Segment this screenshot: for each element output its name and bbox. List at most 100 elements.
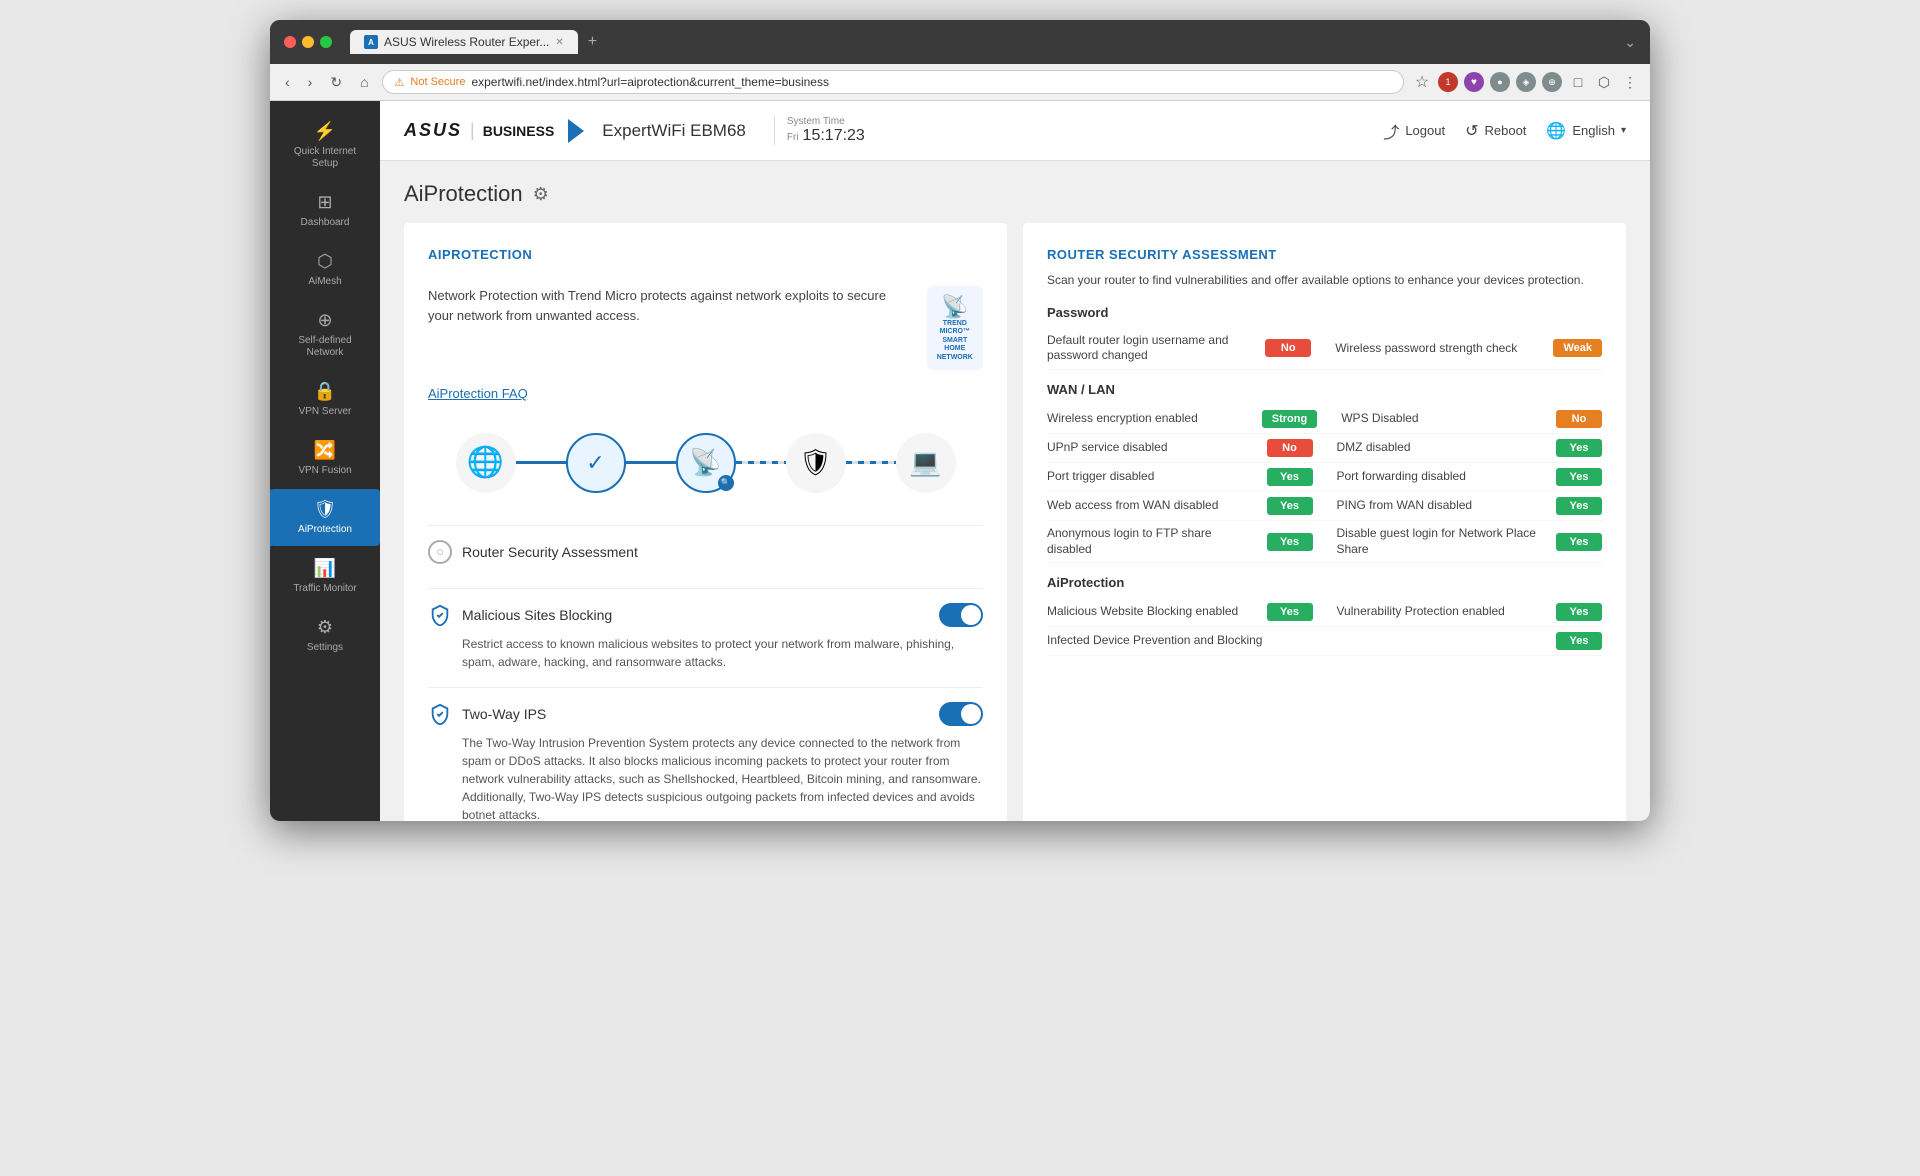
close-button[interactable] xyxy=(284,36,296,48)
progress-node-shield: 🛡 xyxy=(786,433,846,493)
sidebar-item-label: Quick InternetSetup xyxy=(294,146,356,170)
rsa-label-port-forwarding: Port forwarding disabled xyxy=(1337,469,1549,485)
rsa-badge-dmz-yes: Yes xyxy=(1556,439,1602,457)
system-time-display: System Time Fri 15:17:23 xyxy=(774,116,865,145)
sidebar-item-vpn-fusion[interactable]: 🔀 VPN Fusion xyxy=(270,430,380,487)
tab-close-icon[interactable]: ✕ xyxy=(555,37,563,48)
malicious-sites-toggle[interactable] xyxy=(939,603,983,627)
sidebar-item-aiprotection[interactable]: 🛡 AiProtection xyxy=(270,489,380,546)
traffic-lights[interactable] xyxy=(284,36,332,48)
rsa-badge-strong: Strong xyxy=(1262,410,1317,428)
brand-label: BUSINESS xyxy=(483,123,555,139)
active-tab[interactable]: A ASUS Wireless Router Exper... ✕ xyxy=(350,30,578,54)
progress-node-router: 📡 🔍 xyxy=(676,433,736,493)
globe-icon: 🌐 xyxy=(1546,121,1566,141)
sidebar-item-settings[interactable]: ⚙ Settings xyxy=(270,607,380,664)
asus-logo-text: ASUS xyxy=(404,120,462,141)
extension-icon-5[interactable]: ⊕ xyxy=(1542,72,1562,92)
extension-icon-7[interactable]: ⬡ xyxy=(1594,72,1614,92)
brand-arrow-icon xyxy=(568,119,584,143)
rsa-row-wan-3: Port trigger disabled Yes Port forwardin… xyxy=(1047,463,1602,492)
address-bar[interactable]: ⚠ Not Secure expertwifi.net/index.html?u… xyxy=(382,70,1404,94)
vpn-server-icon: 🔒 xyxy=(314,381,336,402)
reboot-icon: ↺ xyxy=(1465,121,1478,141)
security-label: Not Secure xyxy=(410,76,465,88)
malicious-sites-desc: Restrict access to known malicious websi… xyxy=(428,635,983,671)
sidebar-item-self-defined-network[interactable]: ⊕ Self-definedNetwork xyxy=(270,300,380,369)
rsa-label-default-login: Default router login username and passwo… xyxy=(1047,333,1257,364)
sidebar-item-label: Settings xyxy=(307,642,343,654)
rsa-label-vulnerability: Vulnerability Protection enabled xyxy=(1337,604,1549,620)
maximize-button[interactable] xyxy=(320,36,332,48)
rsa-label-upnp: UPnP service disabled xyxy=(1047,440,1259,456)
extension-icon-1[interactable]: 1 xyxy=(1438,72,1458,92)
browser-tabs: A ASUS Wireless Router Exper... ✕ + xyxy=(350,30,1616,54)
system-time-label: System Time xyxy=(787,116,845,127)
language-label: English xyxy=(1572,123,1615,138)
home-button[interactable]: ⌂ xyxy=(355,71,373,93)
progress-line-1 xyxy=(516,461,566,464)
extension-icon-6[interactable]: □ xyxy=(1568,72,1588,92)
feature-header-left: ○ Router Security Assessment xyxy=(428,540,638,564)
malicious-sites-shield-icon xyxy=(428,603,452,627)
sidebar: ⚡ Quick InternetSetup ⊞ Dashboard ⬡ AiMe… xyxy=(270,101,380,821)
quick-internet-setup-icon: ⚡ xyxy=(314,121,336,142)
faq-link[interactable]: AiProtection FAQ xyxy=(428,386,983,401)
rsa-badge-port-forwarding-yes: Yes xyxy=(1556,468,1602,486)
forward-button[interactable]: › xyxy=(303,71,318,93)
sidebar-item-vpn-server[interactable]: 🔒 VPN Server xyxy=(270,371,380,428)
bookmark-icon[interactable]: ☆ xyxy=(1412,72,1432,92)
reboot-button[interactable]: ↺ Reboot xyxy=(1465,121,1526,141)
router-security-circle-icon[interactable]: ○ xyxy=(428,540,452,564)
sidebar-item-label: VPN Fusion xyxy=(298,465,351,477)
sidebar-item-aimesh[interactable]: ⬡ AiMesh xyxy=(270,241,380,298)
tab-strip-expand[interactable]: ⌄ xyxy=(1624,34,1636,51)
rsa-badge-vulnerability-yes: Yes xyxy=(1556,603,1602,621)
logout-button[interactable]: ⤴ Logout xyxy=(1383,119,1445,143)
sidebar-item-traffic-monitor[interactable]: 📊 Traffic Monitor xyxy=(270,548,380,605)
reload-button[interactable]: ↻ xyxy=(325,71,347,94)
reboot-label: Reboot xyxy=(1484,123,1526,138)
menu-icon[interactable]: ⋮ xyxy=(1620,72,1640,92)
sidebar-item-dashboard[interactable]: ⊞ Dashboard xyxy=(270,182,380,239)
rsa-badge-ftp-yes: Yes xyxy=(1267,533,1313,551)
rsa-badge-wps-no: No xyxy=(1556,410,1602,428)
feature-malicious-sites: Malicious Sites Blocking Restrict access… xyxy=(428,588,983,671)
rsa-label-guest-login: Disable guest login for Network Place Sh… xyxy=(1337,526,1549,557)
back-button[interactable]: ‹ xyxy=(280,71,295,93)
dashboard-icon: ⊞ xyxy=(317,192,332,213)
rsa-badge-web-access-yes: Yes xyxy=(1267,497,1313,515)
rsa-row-ai-1: Malicious Website Blocking enabled Yes V… xyxy=(1047,598,1602,627)
browser-toolbar-icons: ☆ 1 ♥ ● ◈ ⊕ □ ⬡ ⋮ xyxy=(1412,72,1640,92)
extension-icon-4[interactable]: ◈ xyxy=(1516,72,1536,92)
system-time-day: Fri xyxy=(787,132,799,143)
language-selector[interactable]: 🌐 English ▾ xyxy=(1546,121,1626,141)
rsa-label-dmz: DMZ disabled xyxy=(1337,440,1549,456)
sidebar-item-label: Traffic Monitor xyxy=(293,583,356,595)
trendmicro-logo: 📡 TREND MICRO™SMARTHOMENETWORK xyxy=(927,286,983,370)
feature-header-left-malicious: Malicious Sites Blocking xyxy=(428,603,612,627)
rsa-row-ai-2: Infected Device Prevention and Blocking … xyxy=(1047,627,1602,656)
rsa-label-wireless-encryption: Wireless encryption enabled xyxy=(1047,411,1254,427)
router-name: ExpertWiFi EBM68 xyxy=(602,121,746,141)
aiprotection-icon: 🛡 xyxy=(314,499,337,520)
progress-line-3 xyxy=(736,461,786,464)
logout-label: Logout xyxy=(1405,123,1445,138)
sidebar-item-quick-internet-setup[interactable]: ⚡ Quick InternetSetup xyxy=(270,111,380,180)
rsa-badge-upnp-no: No xyxy=(1267,439,1313,457)
right-panel: ROUTER SECURITY ASSESSMENT Scan your rou… xyxy=(1023,223,1626,821)
scan-indicator: 🔍 xyxy=(718,475,734,491)
extension-icon-2[interactable]: ♥ xyxy=(1464,72,1484,92)
two-way-ips-toggle[interactable] xyxy=(939,702,983,726)
rsa-badge-ping-wan-yes: Yes xyxy=(1556,497,1602,515)
router-security-label: Router Security Assessment xyxy=(462,544,638,560)
progress-node-device: 💻 xyxy=(896,433,956,493)
sidebar-item-label: AiProtection xyxy=(298,524,352,536)
minimize-button[interactable] xyxy=(302,36,314,48)
security-icon: ⚠ xyxy=(395,76,405,89)
new-tab-button[interactable]: + xyxy=(582,33,603,51)
page-content: AiProtection ⚙ AIPROTECTION Network Prot… xyxy=(380,161,1650,821)
extension-icon-3[interactable]: ● xyxy=(1490,72,1510,92)
rsa-badge-guest-login-yes: Yes xyxy=(1556,533,1602,551)
settings-gear-icon[interactable]: ⚙ xyxy=(533,184,549,205)
